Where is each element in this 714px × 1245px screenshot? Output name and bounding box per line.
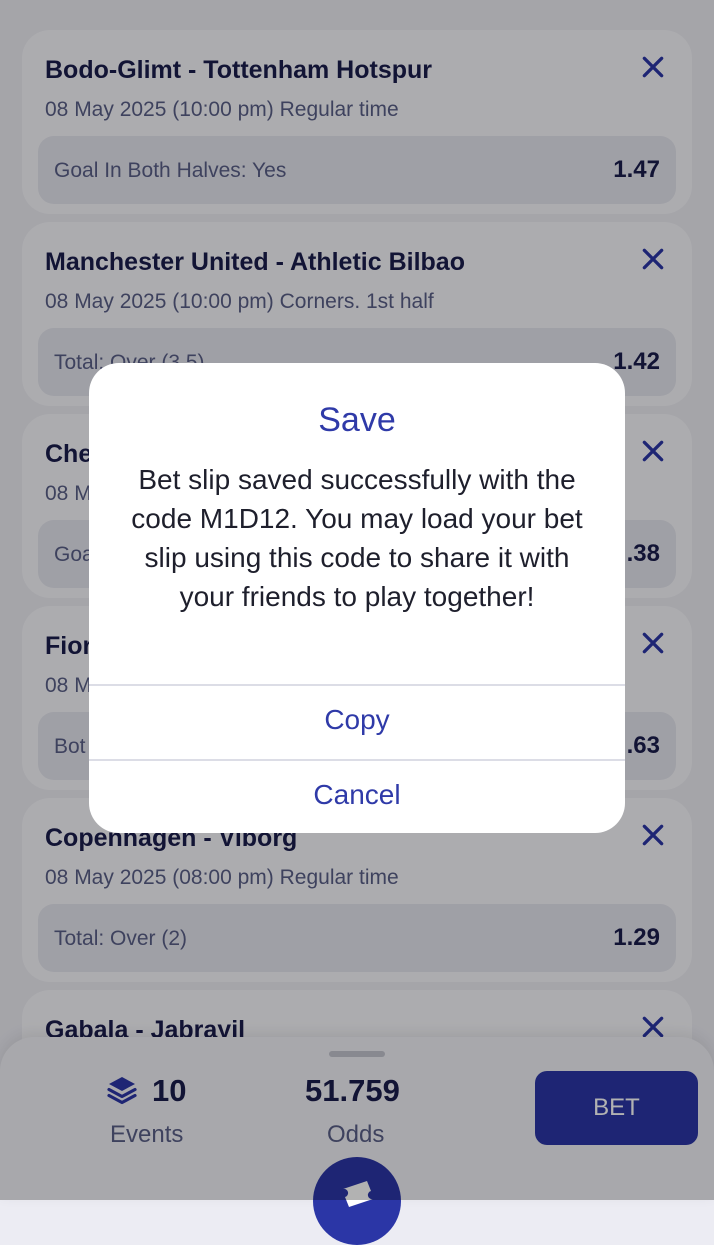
dialog-message: Bet slip saved successfully with the cod… xyxy=(131,464,583,612)
save-dialog: Save Bet slip saved successfully with th… xyxy=(89,363,625,833)
copy-button[interactable]: Copy xyxy=(89,704,625,736)
cancel-button[interactable]: Cancel xyxy=(89,779,625,811)
dialog-title: Save xyxy=(318,401,396,439)
divider xyxy=(89,759,625,761)
divider xyxy=(89,684,625,686)
